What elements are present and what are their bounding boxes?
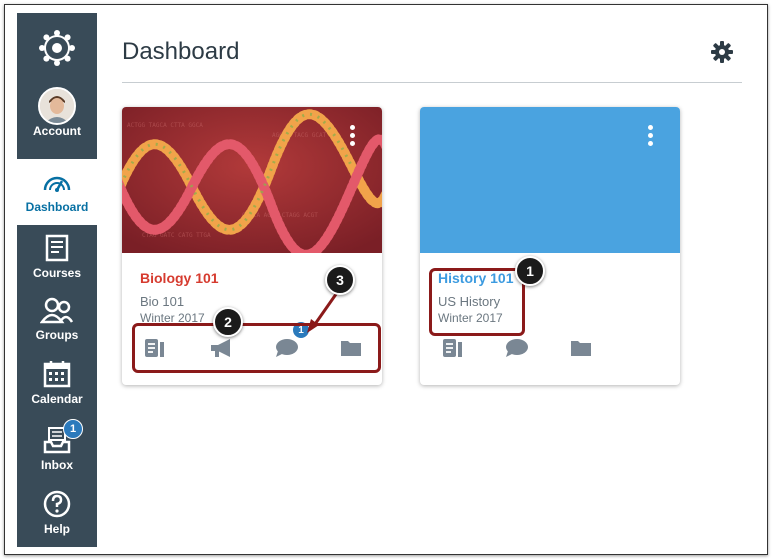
canvas-logo-icon[interactable] xyxy=(17,13,97,83)
course-card-hero-image[interactable]: ACTGG TAGCA CTTA GGCA GTTCA AGCT CTAGG A… xyxy=(122,107,382,260)
nav-label-inbox: Inbox xyxy=(41,458,73,472)
callout-number-1: 1 xyxy=(515,256,545,286)
course-title[interactable]: Biology 101 xyxy=(140,270,219,286)
courses-icon xyxy=(44,233,70,263)
global-nav: Account Dashboard Courses Groups Calenda… xyxy=(17,13,97,547)
nav-label-account: Account xyxy=(33,124,81,138)
nav-item-courses[interactable]: Courses xyxy=(17,233,97,297)
course-card-history[interactable]: History 101 US History Winter 2017 xyxy=(420,107,680,385)
nav-label-calendar: Calendar xyxy=(31,392,83,406)
callout-number-2: 2 xyxy=(213,307,243,337)
avatar xyxy=(38,87,76,125)
nav-item-groups[interactable]: Groups xyxy=(17,295,97,359)
inbox-unread-badge: 1 xyxy=(63,419,83,439)
course-card-hero-color[interactable] xyxy=(420,107,680,253)
dashboard-icon xyxy=(42,167,72,197)
nav-item-dashboard[interactable]: Dashboard xyxy=(17,159,97,225)
svg-text:ACTGG TAGCA CTTA GGCA: ACTGG TAGCA CTTA GGCA xyxy=(127,122,203,129)
nav-item-help[interactable]: Help xyxy=(17,489,97,553)
files-icon[interactable] xyxy=(568,335,594,361)
groups-icon xyxy=(40,295,74,325)
callout-number-3: 3 xyxy=(325,265,355,295)
nav-label-groups: Groups xyxy=(35,328,79,342)
card-options-icon[interactable] xyxy=(350,125,356,149)
gear-icon[interactable] xyxy=(711,41,733,68)
callout-highlight-title xyxy=(429,268,525,336)
calendar-icon xyxy=(43,359,71,389)
page-title: Dashboard xyxy=(122,38,240,65)
nav-item-account[interactable]: Account xyxy=(17,87,97,155)
help-icon xyxy=(43,489,71,519)
course-code: Bio 101 xyxy=(140,294,185,309)
card-options-icon[interactable] xyxy=(648,125,654,149)
course-card-actions xyxy=(420,335,680,367)
app-window: Account Dashboard Courses Groups Calenda… xyxy=(4,4,768,555)
nav-label-help: Help xyxy=(43,522,70,536)
nav-item-calendar[interactable]: Calendar xyxy=(17,359,97,423)
nav-label-dashboard: Dashboard xyxy=(25,200,89,214)
discussions-icon[interactable] xyxy=(504,335,530,361)
nav-item-inbox[interactable]: Inbox 1 xyxy=(17,419,97,489)
assignments-icon[interactable] xyxy=(440,335,466,361)
nav-label-courses: Courses xyxy=(32,266,82,280)
header-divider xyxy=(122,82,742,83)
